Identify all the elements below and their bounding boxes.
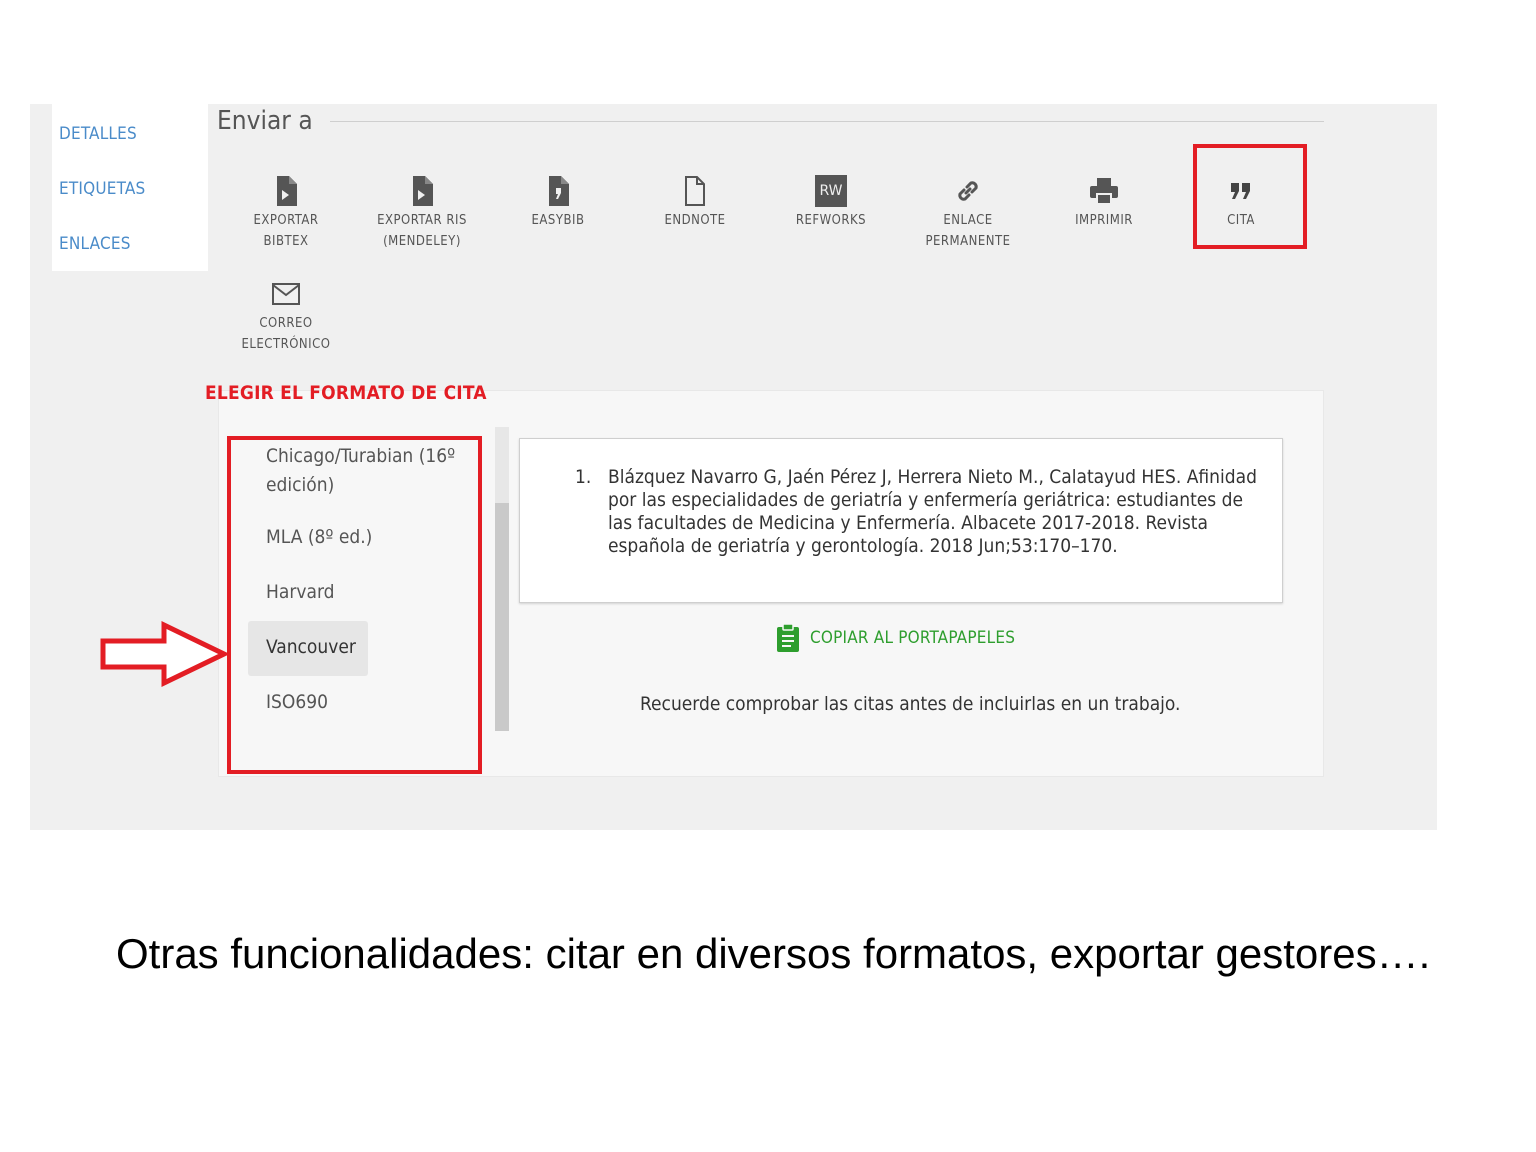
citation-text: Blázquez Navarro G, Jaén Pérez J, Herrer… xyxy=(608,466,1257,557)
refworks-icon: RW xyxy=(771,174,891,208)
action-label: EASYBIB xyxy=(531,213,585,228)
clipboard-icon xyxy=(777,623,799,652)
choose-format-annotation: ELEGIR EL FORMATO DE CITA xyxy=(205,382,487,404)
link-icon xyxy=(908,174,1028,208)
action-label: PERMANENTE xyxy=(925,234,1011,249)
sidebar-item-etiquetas[interactable]: ETIQUETAS xyxy=(59,179,145,199)
reminder-text: Recuerde comprobar las citas antes de in… xyxy=(640,693,1181,715)
action-label: CORREO xyxy=(259,316,313,331)
sidebar-item-detalles[interactable]: DETALLES xyxy=(59,124,137,144)
title-divider xyxy=(330,121,1324,122)
action-label: ELECTRÓNICO xyxy=(241,337,331,352)
envelope-icon xyxy=(226,277,346,311)
action-label: ENDNOTE xyxy=(664,213,726,228)
email-button[interactable]: CORREO ELECTRÓNICO xyxy=(226,277,346,355)
copy-button-label: COPIAR AL PORTAPAPELES xyxy=(810,628,1016,648)
document-icon xyxy=(635,174,755,208)
action-label: REFWORKS xyxy=(795,213,867,228)
printer-icon xyxy=(1044,174,1164,208)
refworks-button[interactable]: RW REFWORKS xyxy=(771,174,891,231)
endnote-button[interactable]: ENDNOTE xyxy=(635,174,755,231)
action-label: BIBTEX xyxy=(263,234,309,249)
action-label: EXPORTAR xyxy=(253,213,319,228)
action-label: IMPRIMIR xyxy=(1075,213,1133,228)
citation-number: 1. xyxy=(575,466,592,488)
action-label: EXPORTAR RIS xyxy=(377,213,467,228)
sidebar-item-enlaces[interactable]: ENLACES xyxy=(59,234,131,254)
easybib-icon xyxy=(498,174,618,208)
sidebar-nav: DETALLES ETIQUETAS ENLACES xyxy=(52,104,208,271)
send-to-title: Enviar a xyxy=(217,106,313,136)
slide-caption: Otras funcionalidades: citar en diversos… xyxy=(116,930,1431,977)
action-label: (MENDELEY) xyxy=(383,234,461,249)
action-label: ENLACE xyxy=(943,213,993,228)
refworks-logo: RW xyxy=(815,175,847,207)
export-bibtex-button[interactable]: EXPORTAR BIBTEX xyxy=(226,174,346,252)
cite-highlight-box xyxy=(1193,144,1307,249)
easybib-button[interactable]: EASYBIB xyxy=(498,174,618,231)
arrow-right-icon xyxy=(100,621,228,687)
permalink-button[interactable]: ENLACE PERMANENTE xyxy=(908,174,1028,252)
format-highlight-box xyxy=(227,436,482,774)
file-export-icon xyxy=(226,174,346,208)
copy-to-clipboard-button[interactable]: COPIAR AL PORTAPAPELES xyxy=(776,623,1015,653)
print-button[interactable]: IMPRIMIR xyxy=(1044,174,1164,231)
export-ris-button[interactable]: EXPORTAR RIS (MENDELEY) xyxy=(362,174,482,252)
file-export-icon xyxy=(362,174,482,208)
scrollbar-thumb[interactable] xyxy=(495,503,509,731)
